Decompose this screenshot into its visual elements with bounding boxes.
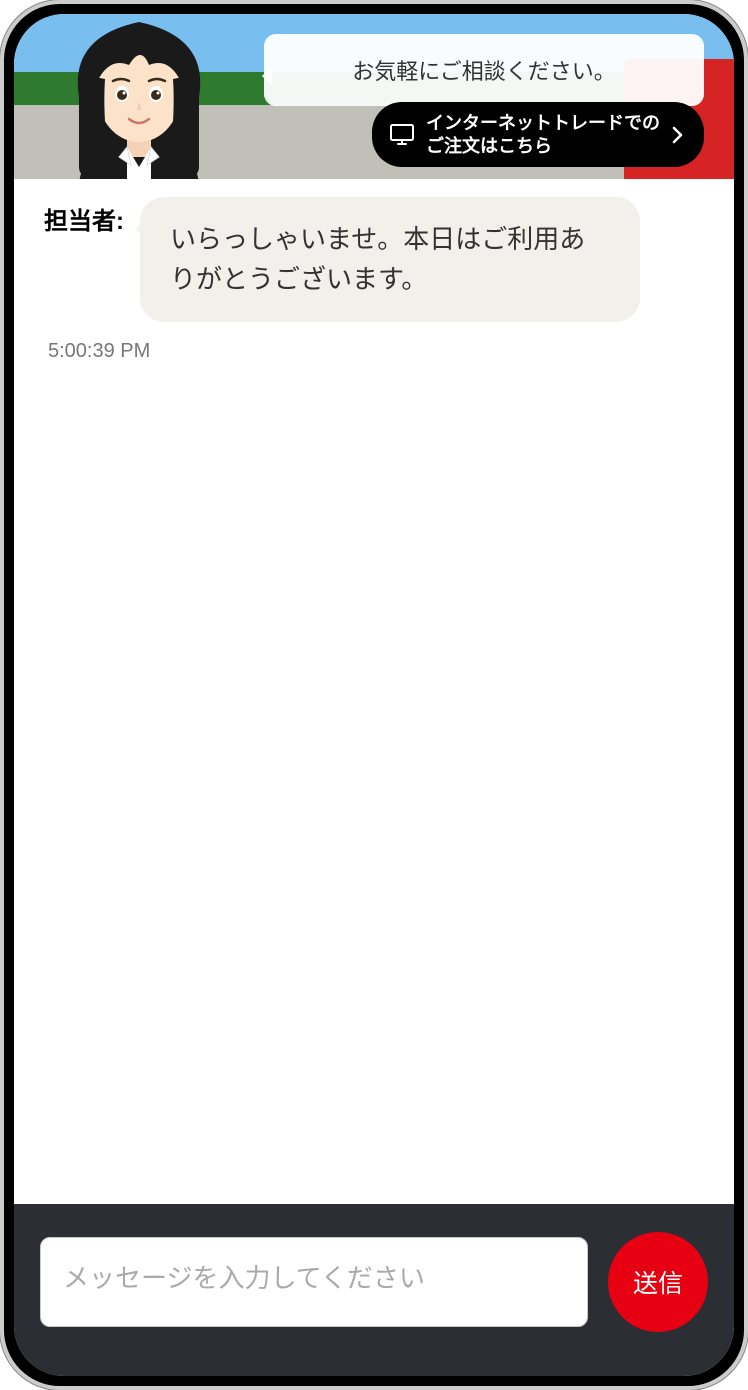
agent-avatar bbox=[49, 14, 229, 179]
internet-trade-button[interactable]: インターネットトレードでの ご注文はこちら bbox=[372, 102, 704, 167]
send-button-label: 送信 bbox=[633, 1264, 683, 1300]
send-button[interactable]: 送信 bbox=[608, 1232, 708, 1332]
trade-button-label: インターネットトレードでの ご注文はこちら bbox=[426, 112, 660, 157]
message-input[interactable] bbox=[40, 1237, 588, 1327]
message-sender-label: 担当者: bbox=[44, 197, 124, 236]
chat-area[interactable]: 担当者: いらっしゃいませ。本日はご利用ありがとうございます。 5:00:39 … bbox=[14, 179, 734, 1204]
message-timestamp: 5:00:39 PM bbox=[48, 340, 704, 363]
phone-frame: お気軽にご相談ください。 インターネットトレードでの ご注文はこちら bbox=[0, 0, 748, 1390]
phone-screen: お気軽にご相談ください。 インターネットトレードでの ご注文はこちら bbox=[14, 14, 734, 1376]
message-bubble: いらっしゃいませ。本日はご利用ありがとうございます。 bbox=[140, 197, 640, 322]
message-row: 担当者: いらっしゃいませ。本日はご利用ありがとうございます。 bbox=[44, 197, 704, 322]
speech-bubble-text: お気軽にご相談ください。 bbox=[352, 59, 616, 84]
header-banner: お気軽にご相談ください。 インターネットトレードでの ご注文はこちら bbox=[14, 14, 734, 179]
monitor-icon bbox=[390, 124, 414, 146]
header-speech-bubble: お気軽にご相談ください。 bbox=[264, 34, 704, 106]
chevron-right-icon bbox=[672, 126, 684, 144]
message-text: いらっしゃいませ。本日はご利用ありがとうございます。 bbox=[170, 224, 585, 294]
input-bar: 送信 bbox=[14, 1204, 734, 1376]
